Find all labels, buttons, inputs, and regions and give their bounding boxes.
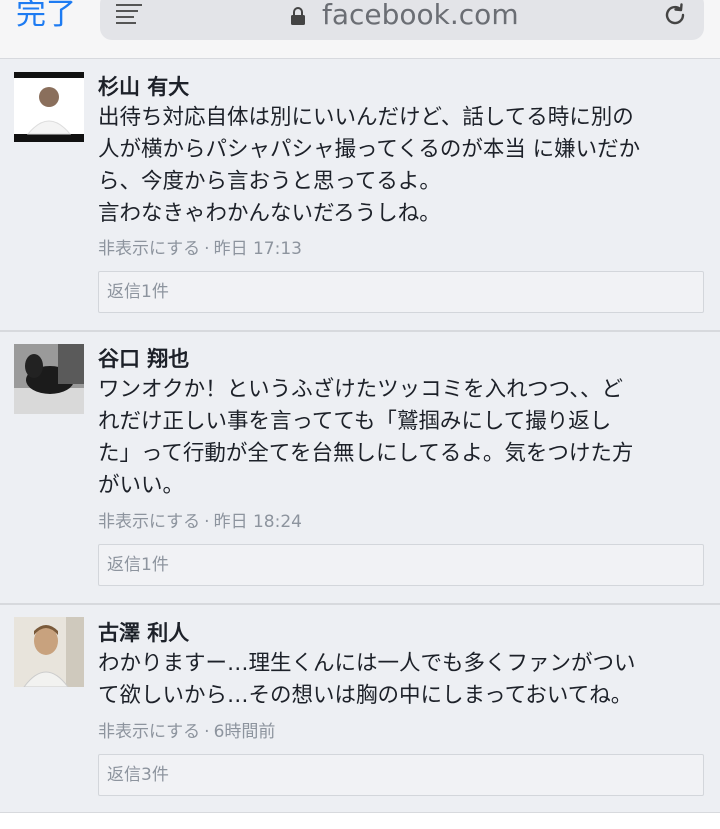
hide-link[interactable]: 非表示にする — [98, 239, 200, 259]
meta-separator: · — [204, 512, 210, 532]
browser-toolbar: 完了 facebook.com — [0, 0, 720, 59]
divider — [0, 330, 720, 332]
reader-menu-icon[interactable] — [116, 4, 142, 24]
avatar[interactable] — [14, 72, 84, 142]
comment-meta: 非表示にする · 6時間前 — [98, 721, 275, 743]
address-bar[interactable]: facebook.com — [100, 0, 704, 40]
commenter-name[interactable]: 杉山 有大 — [98, 74, 189, 100]
avatar-photo — [14, 344, 84, 414]
divider — [0, 603, 720, 605]
comment-text: ワンオクか！というふざけたツッコミを入れつつ、、ど れだけ正しい事を言ってても「… — [98, 377, 634, 498]
reload-icon[interactable] — [662, 2, 688, 28]
bottom-edge — [0, 812, 720, 829]
timestamp[interactable]: 6時間前 — [214, 722, 276, 742]
meta-separator: · — [204, 722, 210, 742]
replies-count: 返信1件 — [107, 282, 169, 302]
timestamp[interactable]: 昨日 18:24 — [214, 512, 302, 532]
replies-button[interactable]: 返信1件 — [98, 271, 704, 313]
commenter-name[interactable]: 古澤 利人 — [98, 620, 189, 646]
avatar-photo — [14, 72, 84, 142]
replies-count: 返信1件 — [107, 555, 169, 575]
meta-separator: · — [204, 239, 210, 259]
done-button[interactable]: 完了 — [16, 0, 76, 34]
avatar[interactable] — [14, 344, 84, 414]
replies-count: 返信3件 — [107, 765, 169, 785]
hide-link[interactable]: 非表示にする — [98, 722, 200, 742]
comment-text: 出待ち対応自体は別にいいんだけど、話してる時に別の 人が横からパシャパシャ撮って… — [98, 105, 641, 226]
comment-text: わかりますー…理生くんには一人でも多くファンがつい て欲しいから…その想いは胸の… — [98, 651, 636, 708]
avatar-photo — [14, 617, 84, 687]
hide-link[interactable]: 非表示にする — [98, 512, 200, 532]
replies-button[interactable]: 返信3件 — [98, 754, 704, 796]
comment-meta: 非表示にする · 昨日 17:13 — [98, 238, 302, 260]
replies-button[interactable]: 返信1件 — [98, 544, 704, 586]
avatar[interactable] — [14, 617, 84, 687]
comment-meta: 非表示にする · 昨日 18:24 — [98, 511, 302, 533]
lock-icon — [291, 7, 305, 25]
commenter-name[interactable]: 谷口 翔也 — [98, 346, 189, 372]
url-text: facebook.com — [322, 0, 519, 31]
timestamp[interactable]: 昨日 17:13 — [214, 239, 302, 259]
